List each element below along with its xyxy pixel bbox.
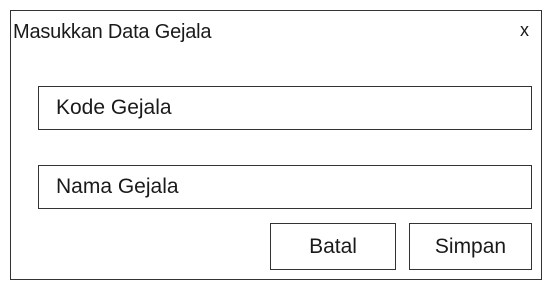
cancel-button[interactable]: Batal (270, 223, 396, 270)
nama-gejala-input[interactable] (38, 165, 532, 209)
kode-gejala-input[interactable] (38, 86, 532, 130)
input-gejala-dialog: Masukkan Data Gejala x Batal Simpan (10, 10, 542, 280)
close-icon[interactable]: x (520, 19, 529, 41)
save-button[interactable]: Simpan (409, 223, 532, 270)
dialog-title: Masukkan Data Gejala (13, 21, 212, 43)
